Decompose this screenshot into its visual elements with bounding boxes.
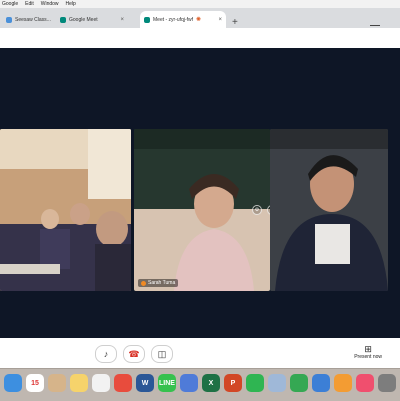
meeting-controls: ♪ ☎ ◫ ⊞ Present now [0,338,400,368]
preview-icon[interactable] [268,374,286,392]
menu-bar: Google Edit Window Help [0,0,400,8]
mic-icon: ♪ [103,349,109,359]
reminders-icon[interactable] [92,374,110,392]
dock: 15 W LINE X P [0,368,400,401]
menu-google[interactable]: Google [2,0,18,8]
notes-icon[interactable] [70,374,88,392]
classroom-video [0,129,131,291]
messenger-icon[interactable] [180,374,198,392]
camera-toggle-button[interactable]: ◫ [151,345,173,363]
mic-toggle-button[interactable]: ♪ [95,345,117,363]
participant-video [134,129,270,291]
close-tab-icon[interactable]: × [218,17,222,23]
present-label: Present now [354,354,382,360]
hangup-icon: ☎ [128,348,140,359]
tab-meet-call[interactable]: Meet - zyr-ufqj-fwf ✺ × [140,11,226,28]
hangup-button[interactable]: ☎ [123,345,145,363]
word-icon[interactable]: W [136,374,154,392]
system-preferences-icon[interactable] [378,374,396,392]
tab-label: Seesaw Class... [15,16,51,23]
tab-label: Meet - zyr-ufqj-fwf [153,16,194,23]
meet-favicon-icon [144,16,150,23]
menu-window[interactable]: Window [41,0,59,8]
numbers-icon[interactable] [290,374,308,392]
line-icon[interactable]: LINE [158,374,176,392]
meet-favicon-icon [60,16,66,23]
browser-tab-strip: Seesaw Class... Google Meet × Meet - zyr… [0,8,400,28]
facetime-icon[interactable] [246,374,264,392]
tab-google-meet[interactable]: Google Meet × [56,11,128,28]
participant-tile-center[interactable]: ⚙ ◎ ⊖ Sarah Tuma [134,129,270,291]
calendar-icon[interactable]: 15 [26,374,44,392]
contacts-icon[interactable] [48,374,66,392]
meet-header [0,38,400,48]
tab-label: Google Meet [69,16,98,23]
keynote-icon[interactable] [312,374,330,392]
recording-indicator-icon: ✺ [196,17,202,23]
tab-seesaw[interactable]: Seesaw Class... [2,11,54,28]
present-icon: ⊞ [364,344,372,354]
camera-icon: ◫ [157,348,167,359]
powerpoint-icon[interactable]: P [224,374,242,392]
participant-tile-left[interactable] [0,129,131,291]
participant-name: Sarah Tuma [148,280,176,286]
participant-tile-right[interactable] [270,129,388,291]
books-icon[interactable] [334,374,352,392]
music-icon[interactable] [356,374,374,392]
present-now-button[interactable]: ⊞ Present now [354,344,382,360]
participant-name-chip: Sarah Tuma [138,279,179,287]
finder-icon[interactable] [4,374,22,392]
new-tab-icon[interactable]: + [232,17,238,28]
menu-help[interactable]: Help [66,0,76,8]
close-tab-icon[interactable]: × [120,17,124,23]
excel-icon[interactable]: X [202,374,220,392]
minimize-icon[interactable] [370,25,380,26]
tile-controls: ⚙ ◎ ⊖ [252,205,270,215]
menu-edit[interactable]: Edit [25,0,34,8]
tile-settings-icon[interactable]: ⚙ [252,205,262,215]
avatar [141,280,146,286]
tab-favicon-icon [6,16,12,23]
chrome-icon[interactable] [114,374,132,392]
participant-video [270,129,388,291]
